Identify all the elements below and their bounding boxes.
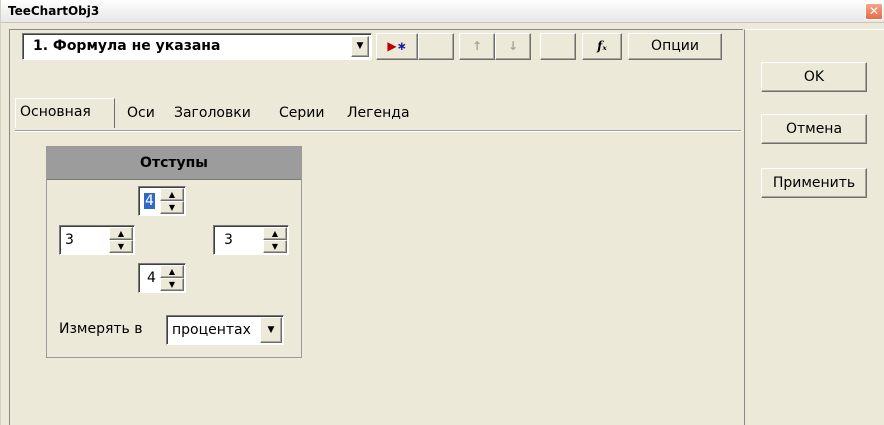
margin-top-spin-buttons: ▲ ▼ [160,188,184,214]
ok-button[interactable]: OK [761,62,867,92]
measure-units-select[interactable]: процентах ▼ [166,315,284,345]
spin-down-icon[interactable]: ▼ [109,240,133,253]
measure-units-label: Измерять в [59,321,143,337]
tab-divider [15,130,741,132]
move-down-button[interactable]: ↓ [495,33,531,60]
tab-axes[interactable]: Оси [123,100,159,128]
margins-group-title: Отступы [47,147,301,180]
clone-series-button[interactable] [540,33,576,60]
margin-left-spin-buttons: ▲ ▼ [109,227,133,253]
options-button[interactable]: Опции [628,33,722,60]
tab-titles-label: Заголовки [174,105,251,121]
margin-top-value[interactable]: 4 [144,193,155,209]
margin-left-spinner[interactable]: 3 ▲ ▼ [59,225,135,255]
add-series-icon: ▶∗ [387,39,407,53]
ok-label: OK [803,69,825,85]
tab-main[interactable]: Основная [15,98,115,128]
close-button[interactable]: ✕ [865,3,883,20]
margin-bottom-value[interactable]: 4 [147,270,156,286]
tab-legend[interactable]: Легенда [343,100,414,128]
tab-titles[interactable]: Заголовки [170,100,255,128]
tab-series-label: Серии [279,105,325,121]
options-label: Опции [651,38,699,54]
close-icon: ✕ [868,4,880,18]
tab-legend-label: Легенда [347,105,410,121]
spin-down-icon[interactable]: ▼ [160,201,184,214]
function-button[interactable]: fₓ [582,33,622,60]
arrow-up-icon: ↑ [471,39,483,53]
measure-units-value: процентах [172,322,251,338]
dialog-window: TeeChartObj3 ✕ 1. Формула не указана ▼ ▶… [0,0,884,425]
series-combo-value: 1. Формула не указана [33,38,221,54]
margin-right-value[interactable]: 3 [224,232,233,248]
arrow-down-icon: ↓ [507,39,519,53]
margin-left-value[interactable]: 3 [65,232,74,248]
tab-axes-label: Оси [127,105,155,121]
margin-right-spin-buttons: ▲ ▼ [263,227,287,253]
spin-down-icon[interactable]: ▼ [263,240,287,253]
apply-button[interactable]: Применить [761,168,867,198]
tab-main-label: Основная [20,104,91,120]
margin-bottom-spinner[interactable]: 4 ▲ ▼ [138,263,186,293]
margin-right-spinner[interactable]: 3 ▲ ▼ [213,225,289,255]
spin-up-icon[interactable]: ▲ [263,227,287,240]
delete-series-button[interactable] [418,33,454,60]
add-series-button[interactable]: ▶∗ [376,33,418,60]
window-title: TeeChartObj3 [8,4,100,18]
move-up-button[interactable]: ↑ [459,33,495,60]
chevron-down-icon[interactable]: ▼ [351,36,369,57]
cancel-button[interactable]: Отмена [761,114,867,144]
chevron-down-icon[interactable]: ▼ [260,317,282,343]
margin-bottom-spin-buttons: ▲ ▼ [160,265,184,291]
spin-up-icon[interactable]: ▲ [109,227,133,240]
series-combo[interactable]: 1. Формула не указана ▼ [22,33,372,60]
cancel-label: Отмена [785,121,843,137]
function-icon: fₓ [597,39,607,53]
tab-series[interactable]: Серии [275,100,328,128]
spin-down-icon[interactable]: ▼ [160,278,184,291]
margin-top-spinner[interactable]: 4 ▲ ▼ [138,186,186,216]
apply-label: Применить [772,175,856,191]
spin-up-icon[interactable]: ▲ [160,188,184,201]
spin-up-icon[interactable]: ▲ [160,265,184,278]
title-bar[interactable]: TeeChartObj3 ✕ [1,0,884,23]
